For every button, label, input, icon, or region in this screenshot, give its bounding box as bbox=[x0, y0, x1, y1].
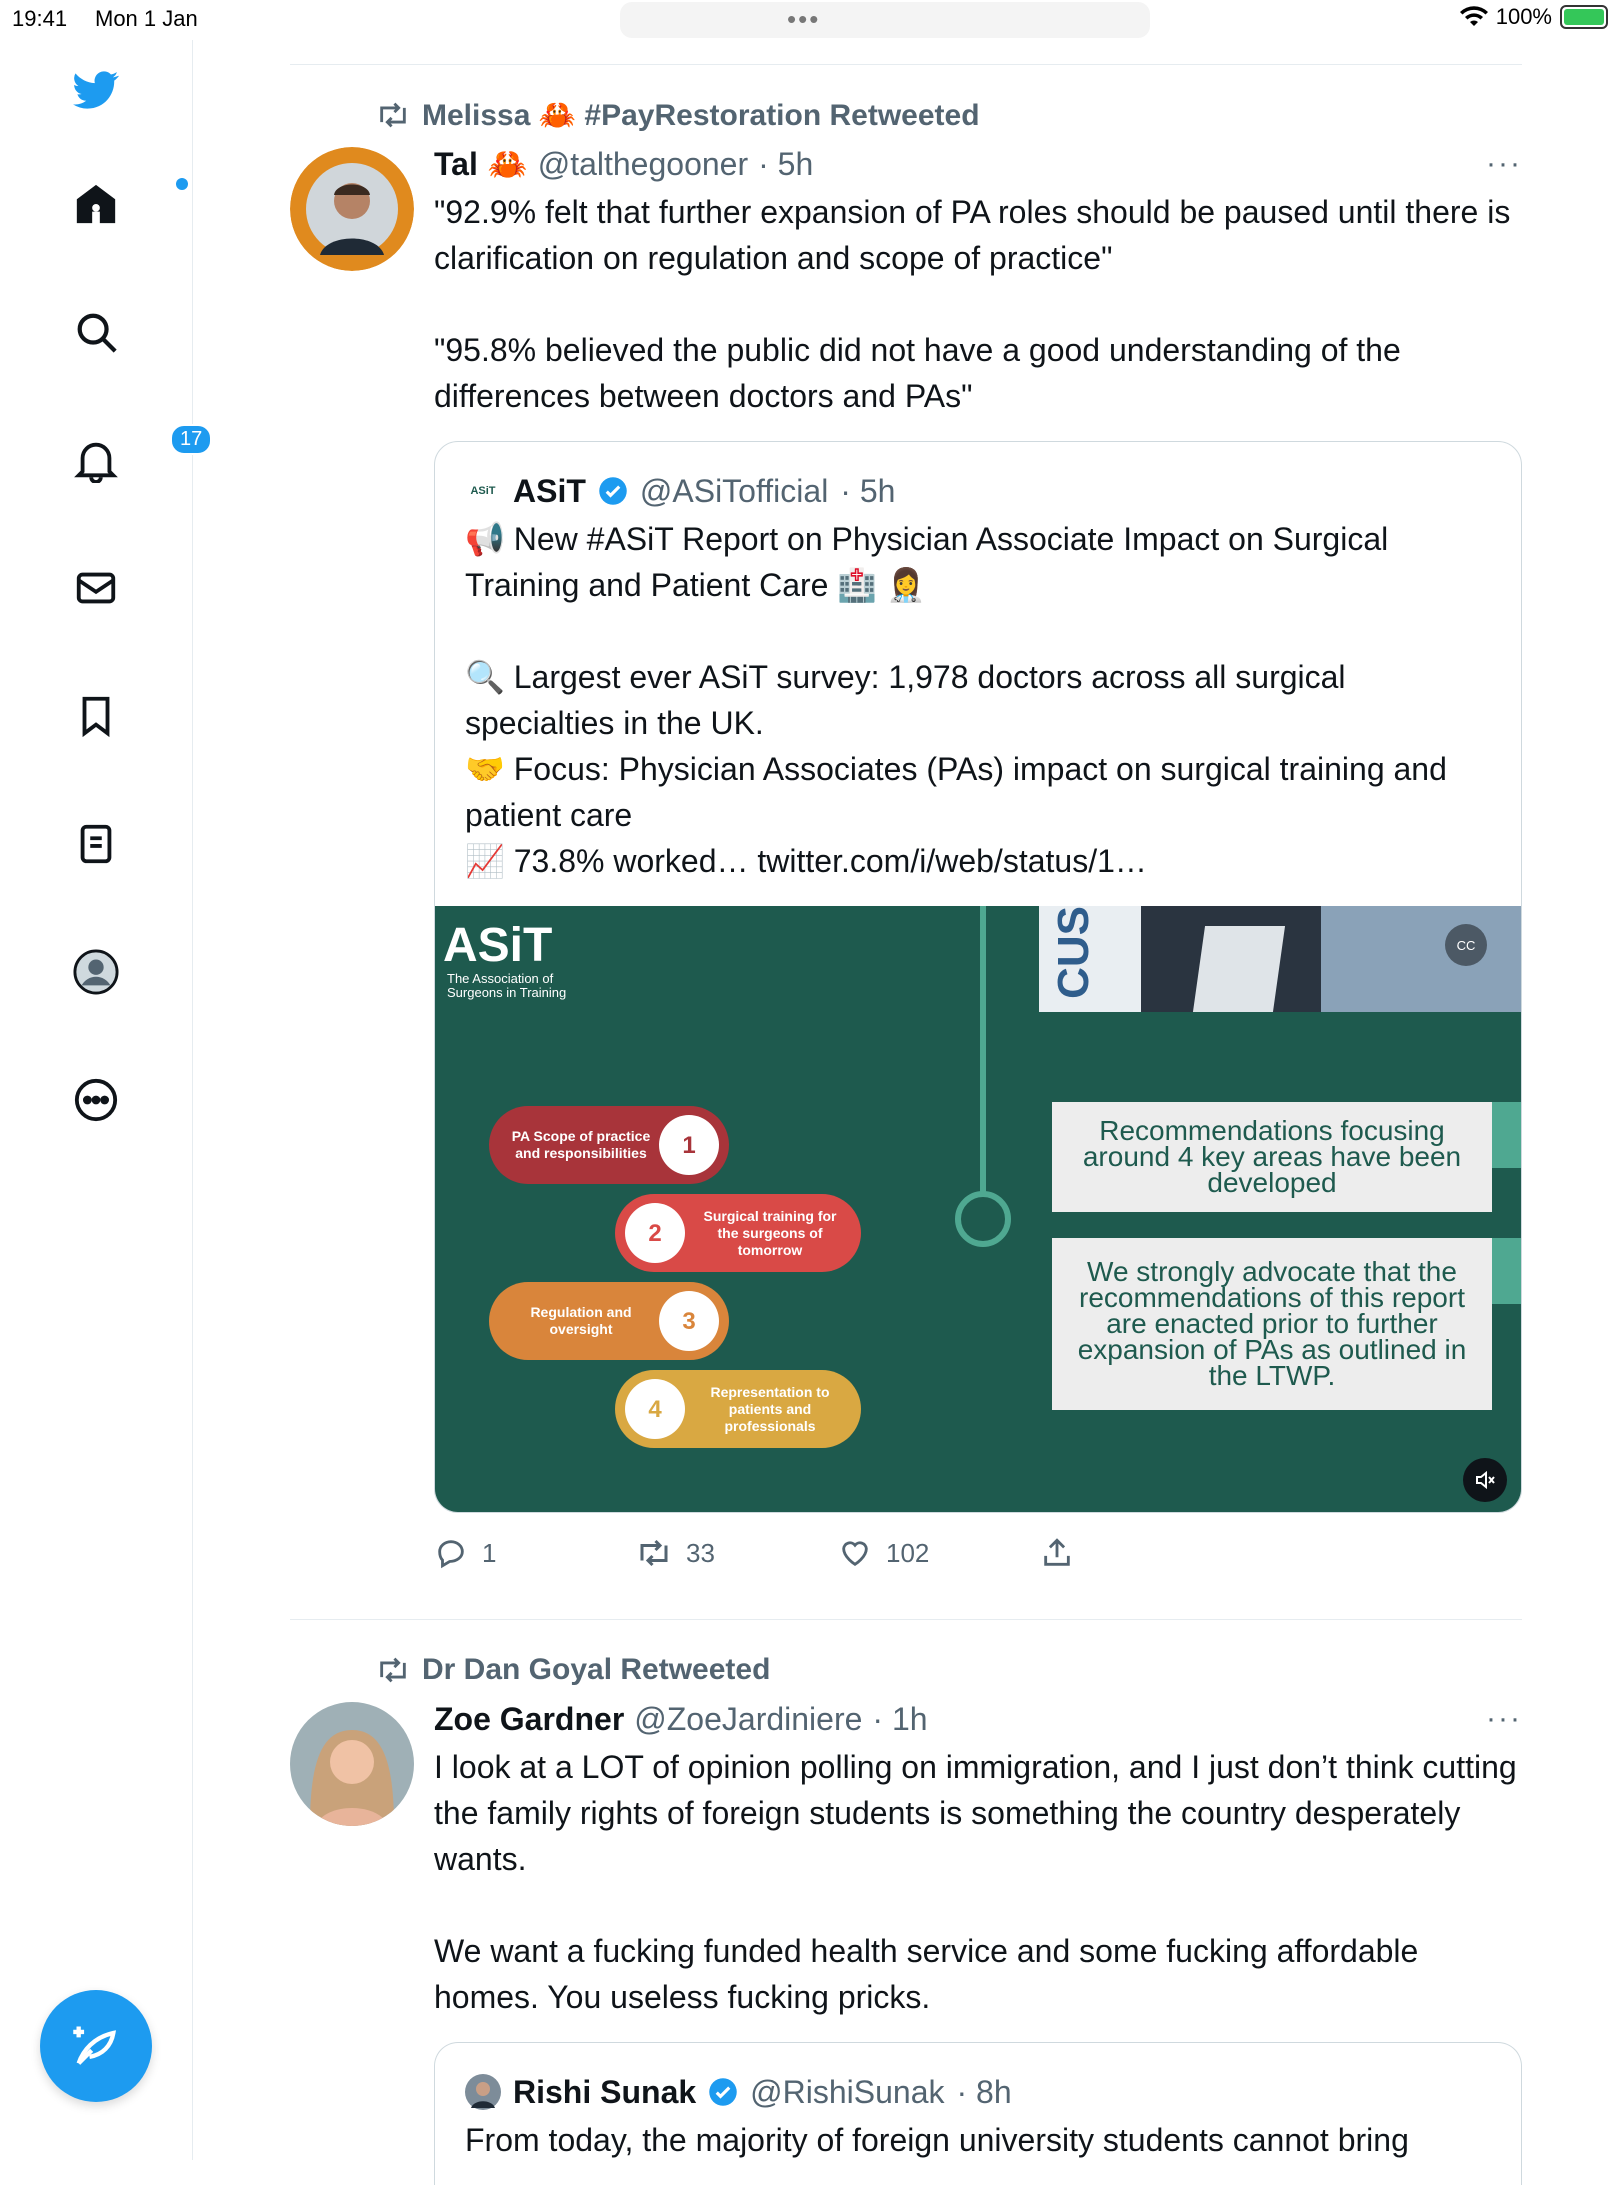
timeline-feed: Melissa 🦀 #PayRestoration Retweeted Tal … bbox=[290, 64, 1522, 2185]
author-emoji: 🦀 bbox=[487, 146, 528, 182]
profile-avatar-icon[interactable] bbox=[70, 946, 122, 998]
step-label: Surgical training for the surgeons of to… bbox=[703, 1207, 837, 1258]
step-pill-2: Surgical training for the surgeons of to… bbox=[615, 1194, 861, 1272]
quote-author-name[interactable]: ASiT bbox=[513, 473, 586, 510]
retweet-icon bbox=[380, 1657, 406, 1683]
verified-badge-icon bbox=[599, 477, 627, 505]
like-button[interactable]: 102 bbox=[838, 1536, 1040, 1570]
tweet[interactable]: Melissa 🦀 #PayRestoration Retweeted Tal … bbox=[290, 65, 1522, 1593]
mute-icon[interactable] bbox=[1463, 1458, 1507, 1502]
compose-feather-icon bbox=[73, 2026, 117, 2065]
tweet-text: "92.9% felt that further expansion of PA… bbox=[434, 194, 1511, 414]
search-icon[interactable] bbox=[70, 306, 122, 358]
media-brand: ASiT bbox=[443, 919, 553, 972]
step-number: 1 bbox=[659, 1115, 719, 1175]
step-label: Regulation and oversight bbox=[530, 1304, 632, 1337]
battery-icon bbox=[1560, 5, 1608, 29]
media-banner-text: CUS bbox=[1049, 906, 1098, 999]
quote-avatar[interactable]: ASiT bbox=[465, 485, 501, 497]
author-handle[interactable]: @ZoeJardiniere bbox=[634, 1701, 862, 1738]
multitasking-dots[interactable]: ••• bbox=[787, 4, 820, 35]
rec-accent-2 bbox=[1492, 1238, 1521, 1304]
retweet-icon bbox=[380, 102, 406, 128]
wifi-icon bbox=[1459, 6, 1488, 26]
retweeted-by-text[interactable]: Dr Dan Goyal Retweeted bbox=[422, 1653, 770, 1687]
timeline-circle bbox=[955, 1191, 1011, 1247]
quoted-tweet[interactable]: Rishi Sunak @RishiSunak · 8h From today,… bbox=[434, 2042, 1522, 2185]
tweet-time[interactable]: · 1h bbox=[872, 1701, 927, 1738]
quote-author-handle[interactable]: @RishiSunak bbox=[750, 2074, 944, 2111]
like-count: 102 bbox=[886, 1537, 930, 1568]
notifications-badge: 17 bbox=[170, 424, 213, 455]
url-pill bbox=[620, 2, 1150, 38]
quote-text: 📢 New #ASiT Report on Physician Associat… bbox=[465, 521, 1447, 879]
heart-icon bbox=[842, 1541, 868, 1567]
recommendation-box-1: Recommendations focusing around 4 key ar… bbox=[1052, 1102, 1492, 1212]
video-media[interactable]: ASiT The Association of Surgeons in Trai… bbox=[435, 906, 1521, 1512]
avatar[interactable] bbox=[290, 1702, 414, 1826]
quote-avatar[interactable] bbox=[465, 2074, 501, 2110]
quoted-tweet[interactable]: ASiT ASiT @ASiTofficial · 5h 📢 New #ASiT… bbox=[434, 441, 1522, 1513]
twitter-logo-icon[interactable] bbox=[70, 64, 122, 116]
share-icon bbox=[1044, 1538, 1070, 1566]
quote-author-handle[interactable]: @ASiTofficial bbox=[640, 473, 828, 510]
timeline-line bbox=[980, 906, 986, 1196]
tweet-header: Tal 🦀 @talthegooner · 5h ··· bbox=[434, 139, 1522, 189]
step-label: PA Scope of practice and responsibilitie… bbox=[511, 1128, 651, 1161]
step-pill-1: PA Scope of practice and responsibilitie… bbox=[489, 1106, 729, 1184]
bookmark-icon[interactable] bbox=[70, 690, 122, 742]
captions-icon[interactable]: CC bbox=[1445, 924, 1487, 966]
tweet-actions: 1 33 102 bbox=[434, 1513, 1522, 1593]
lists-icon[interactable] bbox=[70, 818, 122, 870]
reply-button[interactable]: 1 bbox=[434, 1536, 636, 1570]
home-new-dot bbox=[176, 178, 188, 190]
verified-badge-icon bbox=[709, 2078, 737, 2106]
rec-accent-1 bbox=[1492, 1102, 1521, 1168]
retweeted-by-text[interactable]: Melissa 🦀 #PayRestoration Retweeted bbox=[422, 98, 980, 133]
avatar[interactable] bbox=[290, 147, 414, 271]
more-circle-icon[interactable] bbox=[70, 1074, 122, 1126]
reply-count: 1 bbox=[482, 1537, 497, 1568]
sidebar: 17 bbox=[0, 40, 213, 2160]
retweet-context: Melissa 🦀 #PayRestoration Retweeted bbox=[376, 91, 1522, 139]
quote-time[interactable]: · 8h bbox=[957, 2074, 1012, 2111]
tweet-text: I look at a LOT of opinion polling on im… bbox=[434, 1749, 1517, 2015]
author-name[interactable]: Tal bbox=[434, 146, 478, 183]
tweet-header: Zoe Gardner @ZoeJardiniere · 1h ··· bbox=[434, 1694, 1522, 1744]
step-number: 2 bbox=[625, 1203, 685, 1263]
retweet-icon bbox=[640, 1539, 668, 1567]
share-button[interactable] bbox=[1040, 1536, 1242, 1570]
home-icon[interactable] bbox=[70, 178, 188, 230]
status-right: 100% bbox=[1459, 4, 1608, 30]
quote-header: Rishi Sunak @RishiSunak · 8h bbox=[435, 2043, 1521, 2113]
step-pill-4: Representation to patients and professio… bbox=[615, 1370, 861, 1448]
author-handle[interactable]: @talthegooner bbox=[538, 146, 748, 183]
author-name[interactable]: Zoe Gardner bbox=[434, 1701, 624, 1738]
step-number: 4 bbox=[625, 1379, 685, 1439]
tweet[interactable]: Dr Dan Goyal Retweeted Zoe Gardner @ZoeJ… bbox=[290, 1620, 1522, 2185]
battery-percent: 100% bbox=[1495, 4, 1552, 29]
step-number: 3 bbox=[659, 1291, 719, 1351]
compose-tweet-button[interactable] bbox=[40, 1990, 152, 2102]
retweet-count: 33 bbox=[686, 1537, 715, 1568]
quote-time[interactable]: · 5h bbox=[840, 473, 895, 510]
recommendation-box-2: We strongly advocate that the recommenda… bbox=[1052, 1238, 1492, 1410]
retweet-button[interactable]: 33 bbox=[636, 1535, 838, 1571]
retweet-context: Dr Dan Goyal Retweeted bbox=[376, 1646, 1522, 1694]
status-date: Mon 1 Jan bbox=[95, 6, 198, 31]
step-pill-3: Regulation and oversight 3 bbox=[489, 1282, 729, 1360]
reply-icon bbox=[438, 1540, 464, 1569]
notifications-bell-icon[interactable]: 17 bbox=[70, 424, 213, 486]
quote-text: From today, the majority of foreign univ… bbox=[465, 2122, 1409, 2158]
status-time: 19:41 bbox=[12, 6, 68, 31]
messages-envelope-icon[interactable] bbox=[70, 562, 122, 614]
status-bar: 19:41 Mon 1 Jan ••• 100% bbox=[0, 0, 1620, 40]
tweet-time[interactable]: · 5h bbox=[758, 146, 813, 183]
media-brand-sub: The Association of Surgeons in Training bbox=[447, 971, 567, 1000]
quote-header: ASiT ASiT @ASiTofficial · 5h bbox=[435, 442, 1521, 512]
step-label: Representation to patients and professio… bbox=[710, 1383, 830, 1434]
tweet-more-menu-icon[interactable]: ··· bbox=[1486, 147, 1522, 181]
quote-author-name[interactable]: Rishi Sunak bbox=[513, 2074, 696, 2111]
tweet-more-menu-icon[interactable]: ··· bbox=[1486, 1702, 1522, 1736]
